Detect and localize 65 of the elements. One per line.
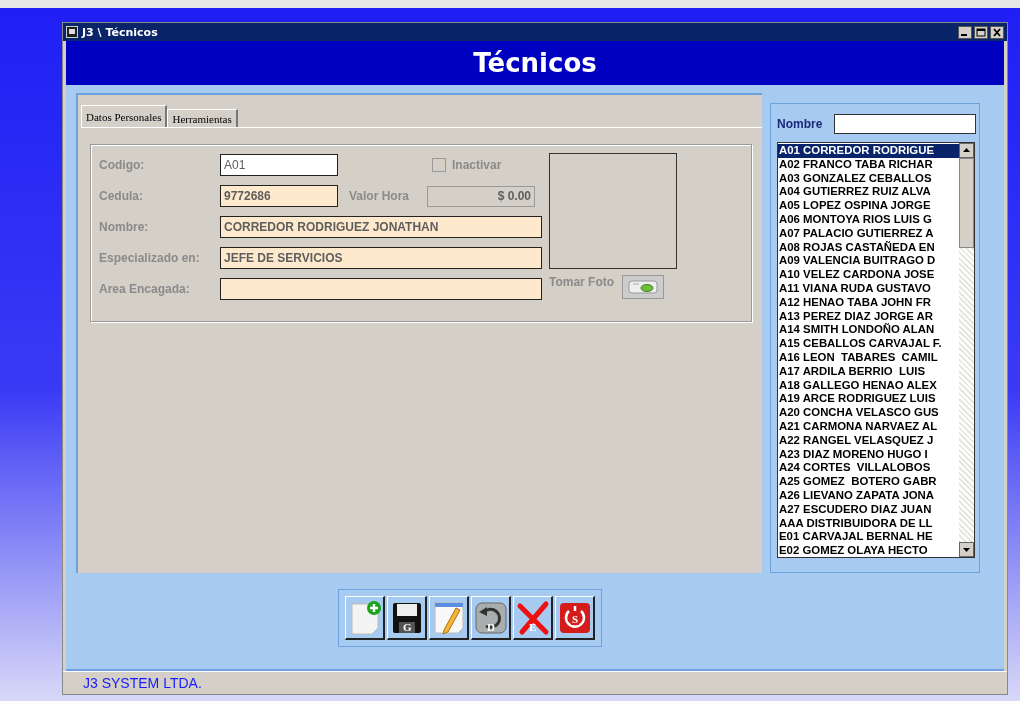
scroll-down-icon[interactable] xyxy=(959,542,974,557)
field-label: Tomar Foto xyxy=(549,275,615,289)
list-item[interactable]: A26 LIEVANO ZAPATA JONA xyxy=(778,488,959,503)
search-label: Nombre xyxy=(777,117,823,131)
especializado-field[interactable]: JEFE DE SERVICIOS xyxy=(220,247,542,269)
scroll-up-icon[interactable] xyxy=(959,143,974,158)
list-item[interactable]: AAA DISTRIBUIDORA DE LL xyxy=(778,516,959,531)
checkbox-label: Inactivar xyxy=(452,158,502,172)
nombre-field[interactable]: CORREDOR RODRIGUEZ JONATHAN xyxy=(220,216,542,238)
page-title: Técnicos xyxy=(473,48,597,78)
search-field[interactable] xyxy=(834,114,977,134)
list-item[interactable]: A09 VALENCIA BUITRAGO D xyxy=(778,254,959,269)
list-item[interactable]: A01 CORREDOR RODRIGUE xyxy=(778,144,959,158)
list-item[interactable]: A22 RANGEL VELASQUEZ J xyxy=(778,433,959,448)
camera-button[interactable] xyxy=(622,275,665,299)
field-label: Cedula: xyxy=(99,189,144,203)
new-document-button[interactable] xyxy=(345,596,385,640)
list-item[interactable]: A19 ARCE RODRIGUEZ LUIS xyxy=(778,392,959,407)
list-item[interactable]: A11 VIANA RUDA GUSTAVO xyxy=(778,281,959,296)
list-item[interactable]: A17 ARDILA BERRIO LUIS xyxy=(778,364,959,379)
valor-hora-field[interactable]: $ 0.00 xyxy=(427,185,536,207)
list-item[interactable]: A27 ESCUDERO DIAZ JUAN xyxy=(778,502,959,517)
list-item[interactable]: A23 DIAZ MORENO HUGO I xyxy=(778,447,959,462)
list-item[interactable]: A10 VELEZ CARDONA JOSE xyxy=(778,268,959,282)
list-item[interactable]: A12 HENAO TABA JOHN FR xyxy=(778,295,959,310)
edit-button[interactable] xyxy=(429,596,469,640)
list-item[interactable]: A25 GOMEZ BOTERO GABR xyxy=(778,475,959,489)
tab[interactable]: Herramientas xyxy=(167,109,238,127)
field-label: Valor Hora xyxy=(349,189,410,203)
field-label: Nombre: xyxy=(99,220,150,234)
list-item[interactable]: A21 CARMONA NARVAEZ AL xyxy=(778,419,959,434)
maximize-icon[interactable] xyxy=(974,25,988,39)
list-item[interactable]: A03 GONZALEZ CEBALLOS xyxy=(778,171,959,186)
status-text: J3 SYSTEM LTDA. xyxy=(83,675,202,691)
app-icon xyxy=(66,26,78,38)
cedula-field[interactable]: 9772686 xyxy=(220,185,338,207)
list-item[interactable]: A13 PEREZ DIAZ JORGE AR xyxy=(778,309,959,324)
field-label: Especializado en: xyxy=(99,251,201,265)
list-item[interactable]: A08 ROJAS CASTAÑEDA EN xyxy=(778,240,959,255)
minimize-icon[interactable] xyxy=(958,25,972,39)
window-title: J3 \ Técnicos xyxy=(82,25,159,39)
scrollbar[interactable] xyxy=(959,143,974,557)
tab[interactable]: Datos Personales xyxy=(81,105,168,127)
scroll-thumb[interactable] xyxy=(959,158,974,248)
list-item[interactable]: E01 CARVAJAL BERNAL HE xyxy=(778,530,959,545)
list-item[interactable]: A04 GUTIERREZ RUIZ ALVA xyxy=(778,185,959,200)
close-icon[interactable] xyxy=(990,25,1004,39)
list-item[interactable]: A05 LOPEZ OSPINA JORGE xyxy=(778,199,959,213)
list-item[interactable]: E02 GOMEZ OLAYA HECTO xyxy=(778,544,959,557)
list-item[interactable]: A14 SMITH LONDOÑO ALAN xyxy=(778,323,959,338)
undo-button[interactable]: D xyxy=(471,596,511,640)
list-item[interactable]: A15 CEBALLOS CARVAJAL F. xyxy=(778,337,959,351)
list-item[interactable]: A24 CORTES VILLALOBOS xyxy=(778,461,959,476)
save-button[interactable]: G xyxy=(387,596,427,640)
list-item[interactable]: A18 GALLEGO HENAO ALEX xyxy=(778,378,959,393)
list-item[interactable]: A02 FRANCO TABA RICHAR xyxy=(778,157,959,172)
list-item[interactable]: A16 LEON TABARES CAMIL xyxy=(778,350,959,365)
area-field[interactable] xyxy=(220,278,542,300)
codigo-field[interactable]: A01 xyxy=(220,154,338,176)
list-item[interactable]: A07 PALACIO GUTIERREZ A xyxy=(778,226,959,241)
list-item[interactable]: A20 CONCHA VELASCO GUS xyxy=(778,406,959,420)
field-label: Codigo: xyxy=(99,158,146,172)
field-label: Area Encagada: xyxy=(99,282,191,296)
list-item[interactable]: A06 MONTOYA RIOS LUIS G xyxy=(778,213,959,227)
exit-button[interactable]: S xyxy=(555,596,595,640)
